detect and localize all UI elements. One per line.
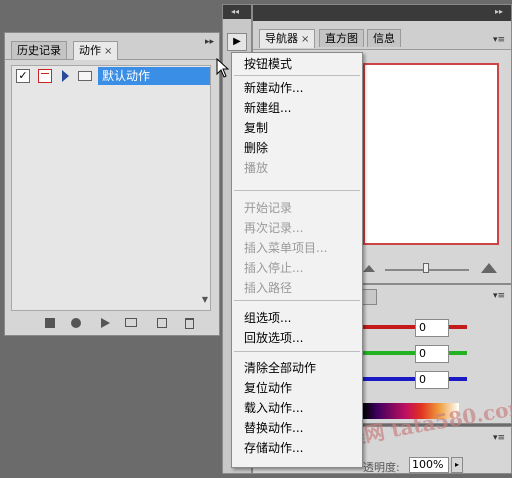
new-set-folder-icon[interactable] — [125, 318, 137, 327]
zoom-controls — [363, 263, 503, 277]
blue-value-field[interactable]: 0 — [415, 371, 449, 389]
menu-item: 播放 — [244, 161, 269, 175]
list-item[interactable]: ✓ 默认动作 — [12, 66, 210, 86]
menu-item[interactable]: 删除 — [244, 139, 268, 157]
collapse-icon[interactable]: ▸▸ — [205, 37, 214, 47]
action-set-name[interactable]: 默认动作 — [98, 67, 210, 85]
tab-history-label: 历史记录 — [17, 44, 61, 57]
red-value-field[interactable]: 0 — [415, 319, 449, 337]
opacity-field[interactable]: 100% — [409, 457, 449, 473]
menu-item[interactable]: 按钮模式 — [244, 55, 292, 73]
color-tab-fragment[interactable] — [361, 289, 377, 305]
tab-info-label: 信息 — [373, 32, 395, 45]
stop-icon[interactable] — [45, 318, 55, 328]
zoom-in-icon[interactable] — [481, 263, 497, 273]
navigator-tabstrip: 导航器 × 直方图 信息 ▾≡ — [253, 21, 511, 50]
menu-item: 插入停止... — [244, 261, 304, 275]
actions-panel: 历史记录 动作 × ▸▸ ✓ 默认动作 ▼ — [4, 32, 220, 336]
menu-separator — [234, 190, 360, 191]
close-icon[interactable]: × — [104, 46, 112, 57]
menu-item[interactable]: 载入动作... — [244, 399, 303, 417]
dock-titlebar: ▸▸ — [253, 5, 511, 21]
menu-item[interactable]: 新建动作... — [244, 79, 303, 97]
record-icon[interactable] — [71, 318, 81, 328]
dialog-toggle-icon[interactable] — [38, 69, 52, 83]
tab-actions[interactable]: 动作 × — [73, 41, 119, 60]
dock-titlebar: ◂◂ — [223, 5, 251, 19]
expand-triangle-icon[interactable] — [62, 70, 69, 82]
menu-item: 开始记录 — [244, 201, 293, 215]
actions-panel-tabstrip: 历史记录 动作 × ▸▸ — [5, 33, 219, 60]
panel-menu-icon[interactable]: ▾≡ — [493, 291, 505, 301]
menu-item[interactable]: 清除全部动作 — [244, 359, 316, 377]
menu-item[interactable]: 复制 — [244, 119, 268, 137]
tab-info[interactable]: 信息 — [367, 29, 401, 47]
new-action-icon[interactable] — [157, 318, 167, 328]
zoom-out-icon[interactable] — [363, 265, 375, 272]
zoom-slider-thumb[interactable] — [423, 263, 429, 273]
trash-icon[interactable] — [185, 318, 194, 329]
toggle-item-checkbox[interactable]: ✓ — [16, 69, 30, 83]
menu-separator — [234, 75, 360, 76]
scroll-down-icon[interactable]: ▼ — [202, 295, 208, 304]
navigator-preview[interactable] — [363, 63, 499, 245]
menu-separator — [234, 351, 360, 352]
menu-item: 插入菜单项目... — [244, 241, 328, 255]
menu-separator — [234, 300, 360, 301]
expand-arrows-icon[interactable]: ▸▸ — [495, 7, 503, 16]
menu-item[interactable]: 替换动作... — [244, 419, 303, 437]
menu-item: 再次记录... — [244, 221, 304, 235]
menu-item[interactable]: 复位动作 — [244, 379, 292, 397]
tab-navigator[interactable]: 导航器 × — [259, 29, 316, 48]
menu-item[interactable]: 新建组... — [244, 99, 291, 117]
menu-item: 插入路径 — [244, 281, 293, 295]
actions-panel-menu: 按钮模式新建动作... 新建组... 复制删除播放开始记录再次记录... 插入菜单项目… — [231, 52, 363, 468]
tab-navigator-label: 导航器 — [265, 32, 298, 45]
actions-toolbar — [5, 313, 219, 335]
green-value-field[interactable]: 0 — [415, 345, 449, 363]
collapse-arrows-icon[interactable]: ◂◂ — [231, 7, 239, 16]
tab-history[interactable]: 历史记录 — [11, 41, 67, 59]
opacity-dropdown-icon[interactable]: ▸ — [451, 457, 463, 473]
menu-item[interactable]: 回放选项... — [244, 329, 303, 347]
actions-list: ✓ 默认动作 ▼ — [11, 65, 211, 311]
play-icon[interactable] — [101, 318, 110, 328]
tab-histogram[interactable]: 直方图 — [319, 29, 364, 47]
menu-item[interactable]: 组选项... — [244, 309, 291, 327]
panel-menu-icon[interactable]: ▾≡ — [493, 35, 505, 45]
folder-icon — [78, 71, 92, 81]
actions-panel-icon[interactable]: ▶ — [227, 33, 247, 51]
tab-histogram-label: 直方图 — [325, 32, 358, 45]
tab-actions-label: 动作 — [79, 44, 101, 57]
menu-item[interactable]: 存储动作... — [244, 439, 303, 457]
close-icon[interactable]: × — [301, 34, 309, 45]
